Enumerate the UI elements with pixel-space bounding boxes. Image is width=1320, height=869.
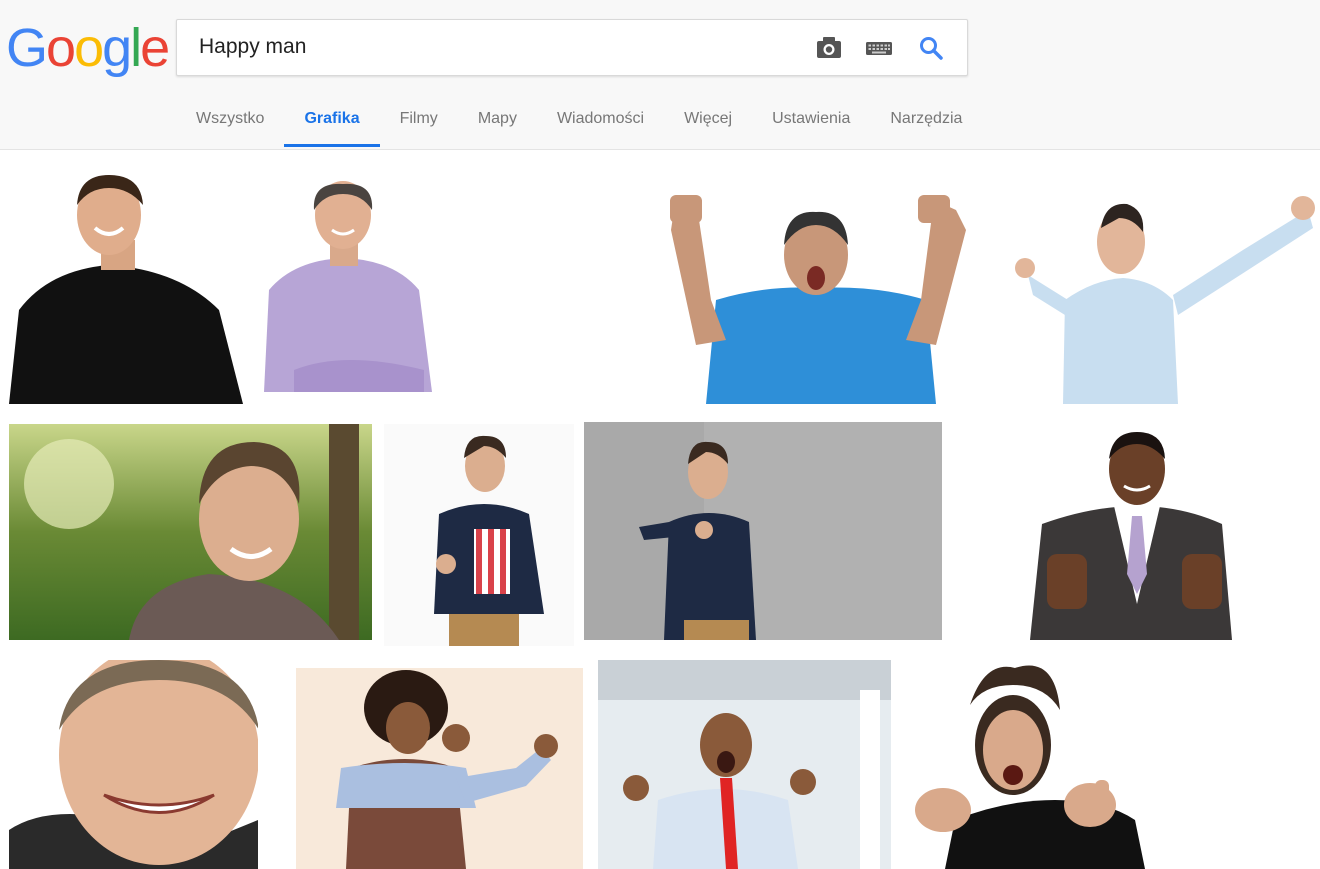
image-result[interactable] — [1003, 170, 1320, 404]
search-tabs: Wszystko Grafika Filmy Mapy Wiadomości W… — [196, 102, 982, 148]
image-result[interactable] — [9, 660, 258, 869]
tab-images[interactable]: Grafika — [284, 102, 380, 147]
logo-letter-g: G — [6, 18, 48, 78]
image-result[interactable] — [9, 170, 243, 404]
tab-settings[interactable]: Ustawienia — [752, 102, 870, 146]
image-result[interactable] — [584, 422, 942, 640]
search-icon[interactable] — [917, 34, 945, 62]
google-logo[interactable]: Google — [6, 18, 170, 78]
image-result[interactable] — [384, 424, 574, 646]
tab-all[interactable]: Wszystko — [196, 102, 284, 146]
logo-letter-e: e — [140, 18, 170, 78]
image-result[interactable] — [952, 424, 1320, 640]
image-result[interactable] — [656, 170, 992, 404]
logo-letter-o2: o — [74, 18, 104, 78]
header: Google Wszystko Grafika Filmy Mapy Wiado… — [0, 0, 1320, 150]
image-result[interactable] — [254, 170, 650, 404]
tab-tools[interactable]: Narzędzia — [870, 102, 982, 146]
tab-videos[interactable]: Filmy — [380, 102, 458, 146]
logo-letter-o1: o — [46, 18, 76, 78]
image-result[interactable] — [296, 668, 583, 869]
logo-letter-l: l — [130, 18, 142, 78]
camera-icon[interactable] — [815, 34, 843, 62]
keyboard-icon[interactable] — [865, 34, 893, 62]
image-result[interactable] — [598, 660, 891, 869]
search-box — [176, 19, 968, 76]
search-input[interactable] — [197, 34, 761, 60]
logo-letter-g2: g — [102, 18, 132, 78]
tab-maps[interactable]: Mapy — [458, 102, 537, 146]
image-result[interactable] — [905, 660, 1320, 869]
image-result[interactable] — [9, 424, 372, 640]
tab-news[interactable]: Wiadomości — [537, 102, 664, 146]
tab-more[interactable]: Więcej — [664, 102, 752, 146]
